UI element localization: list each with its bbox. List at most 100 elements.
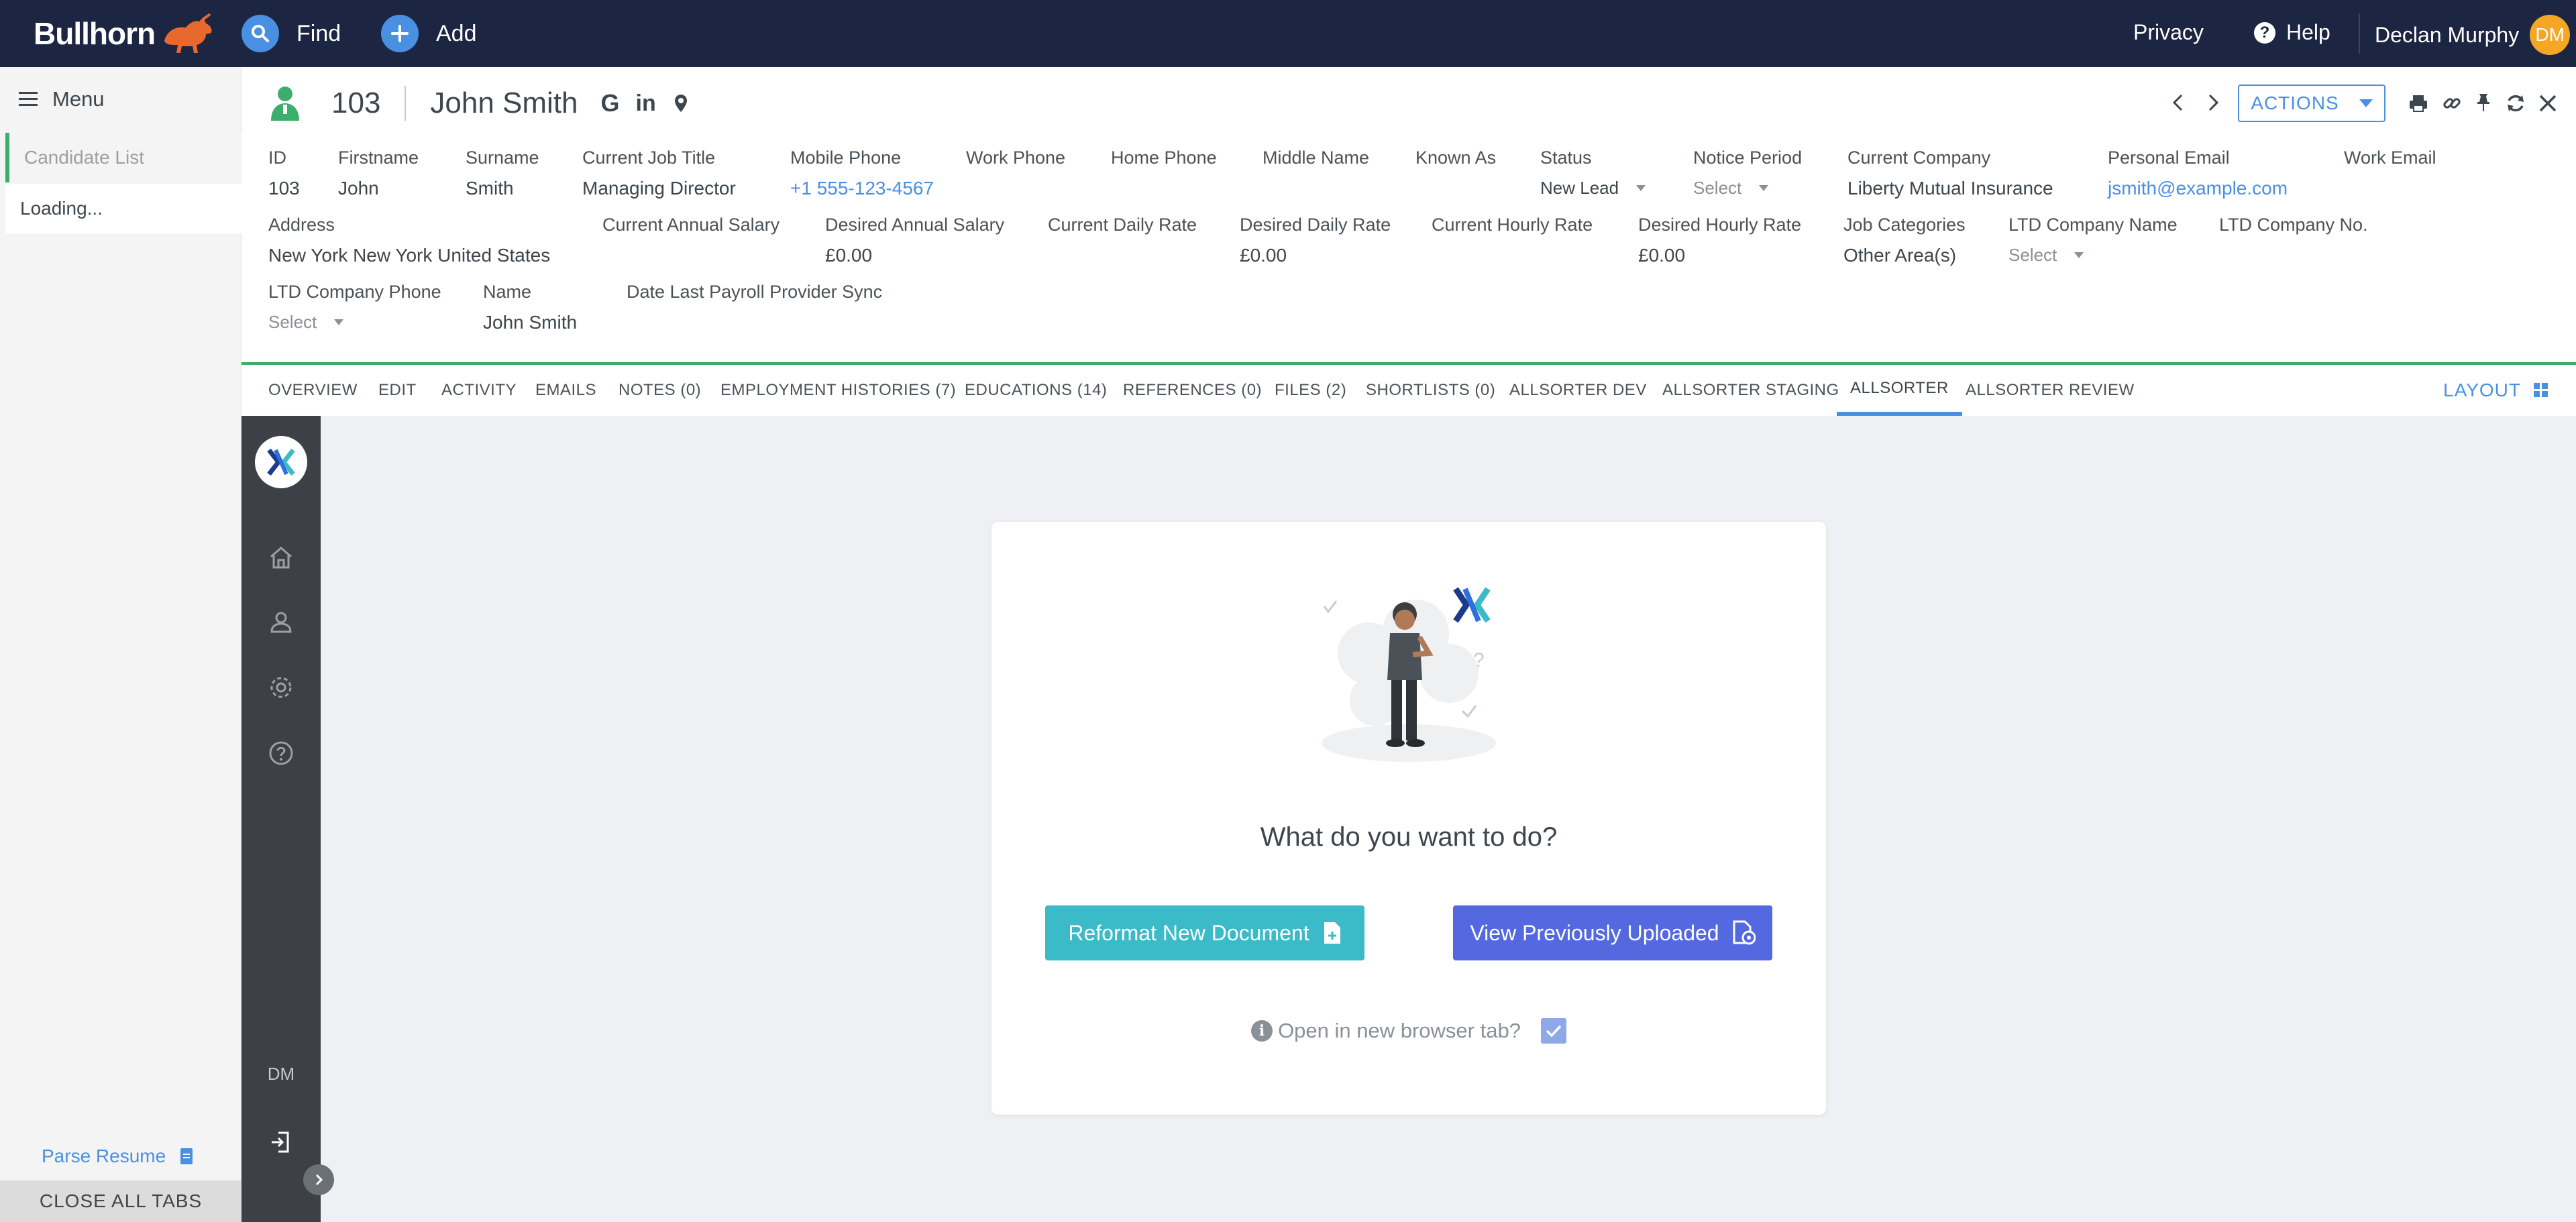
field-label: Current Annual Salary [602,215,780,235]
tab-label: SHORTLISTS (0) [1366,381,1496,399]
print-icon[interactable] [2408,94,2428,113]
field-value: New York New York United States [268,245,551,266]
find-button[interactable]: Find [241,13,341,54]
tab-emails[interactable]: EMAILS [535,365,596,416]
field-label: Desired Daily Rate [1240,215,1391,235]
expand-sidebar-button[interactable] [303,1164,334,1195]
new-tab-checkbox[interactable] [1540,1018,1566,1044]
menu-title: Menu [52,87,105,111]
privacy-link[interactable]: Privacy [2133,20,2204,45]
google-icon[interactable]: G [601,89,620,117]
status-select[interactable]: New Lead [1540,178,1646,199]
pin-icon[interactable] [2475,93,2491,113]
field-label: Notice Period [1693,148,1803,168]
layout-button[interactable]: LAYOUT [2443,365,2549,416]
allsorter-logo-icon[interactable] [255,436,307,488]
tab-label: EMPLOYMENT HISTORIES (7) [720,381,957,399]
tab-educations[interactable]: EDUCATIONS (14) [965,365,1107,416]
field-value: Smith [466,178,514,199]
ltd-company-name-select[interactable]: Select [2008,245,2178,266]
add-document-icon [1324,922,1340,944]
tab-label: ALLSORTER [1850,379,1949,397]
menu-item-loading[interactable]: Loading... [5,184,241,233]
help-icon[interactable] [264,736,298,770]
allsorter-sidebar: DM [241,416,334,1222]
field-current-job-title: Current Job Title Managing Director [582,148,736,199]
tab-allsorter-dev[interactable]: ALLSORTER DEV [1509,365,1647,416]
previous-record-icon[interactable] [2171,93,2184,113]
mobile-phone-link[interactable]: +1 555-123-4567 [790,178,934,199]
chevron-down-icon [1636,185,1646,191]
map-pin-icon[interactable] [674,93,688,113]
field-ltd-company-name: LTD Company Name Select [2008,215,2178,266]
field-address: Address New York New York United States [268,215,550,266]
refresh-icon[interactable] [2505,93,2526,114]
close-icon[interactable] [2538,94,2557,113]
bullhorn-logo[interactable]: Bullhorn [34,13,215,53]
tab-employment-histories[interactable]: EMPLOYMENT HISTORIES (7) [720,365,956,416]
allsorter-question: What do you want to do? [1260,822,1558,852]
field-id: ID 103 [268,148,300,199]
hamburger-icon [19,92,38,106]
gear-icon[interactable] [264,671,298,704]
field-work-phone: Work Phone [966,148,1065,168]
menu-toggle[interactable]: Menu [19,87,105,111]
help-button[interactable]: ? Help [2254,20,2330,45]
tab-allsorter-review[interactable]: ALLSORTER REVIEW [1966,365,2135,416]
linkedin-icon[interactable]: in [636,91,656,117]
logout-icon[interactable] [264,1125,298,1159]
tab-references[interactable]: REFERENCES (0) [1123,365,1262,416]
field-firstname: Firstname John [338,148,419,199]
add-button[interactable]: Add [381,13,477,54]
avatar: DM [2530,15,2571,55]
home-icon[interactable] [264,541,298,574]
field-known-as: Known As [1415,148,1496,168]
ltd-company-phone-select[interactable]: Select [268,312,441,333]
field-label: Current Job Title [582,148,716,168]
link-icon[interactable] [2442,94,2462,113]
field-label: Address [268,215,335,235]
user-icon[interactable] [264,605,298,638]
svg-text:?: ? [1473,649,1485,671]
tab-overview[interactable]: OVERVIEW [268,365,358,416]
privacy-label: Privacy [2133,20,2204,44]
tab-label: ALLSORTER STAGING [1662,381,1839,399]
tab-allsorter-staging[interactable]: ALLSORTER STAGING [1662,365,1839,416]
title-divider [405,86,407,121]
tab-activity[interactable]: ACTIVITY [441,365,517,416]
tab-files[interactable]: FILES (2) [1275,365,1346,416]
strip-user-initials[interactable]: DM [241,1064,321,1085]
view-previously-uploaded-button[interactable]: View Previously Uploaded [1453,905,1772,960]
tab-notes[interactable]: NOTES (0) [619,365,701,416]
add-label: Add [436,20,477,46]
field-current-company: Current Company Liberty Mutual Insurance [1847,148,2053,199]
field-desired-annual-salary: Desired Annual Salary £0.00 [825,215,1004,266]
personal-email-link[interactable]: jsmith@example.com [2108,178,2288,199]
field-work-email: Work Email [2344,148,2436,168]
actions-dropdown[interactable]: ACTIONS [2238,85,2385,122]
tab-edit[interactable]: EDIT [378,365,417,416]
parse-resume-label: Parse Resume [42,1146,166,1166]
tab-allsorter[interactable]: ALLSORTER [1837,365,1962,416]
thinking-person-illustration: ? [1322,587,1496,762]
reformat-label: Reformat New Document [1068,920,1309,945]
notice-period-select[interactable]: Select [1693,178,1802,199]
find-label: Find [297,20,341,46]
field-label: LTD Company Name [2008,215,2178,235]
menu-item-label: Loading... [20,198,103,219]
field-desired-hourly-rate: Desired Hourly Rate £0.00 [1638,215,1801,266]
menu-item-label: Candidate List [24,147,145,168]
field-label: Name [483,282,532,302]
field-label: Current Daily Rate [1048,215,1197,235]
user-menu[interactable]: Declan Murphy DM [2375,15,2571,55]
tab-shortlists[interactable]: SHORTLISTS (0) [1366,365,1495,416]
grid-layout-icon [2534,383,2548,397]
tab-label: ALLSORTER REVIEW [1966,381,2135,399]
field-value: Liberty Mutual Insurance [1847,178,2053,199]
parse-resume-link[interactable]: Parse Resume [42,1146,194,1167]
next-record-icon[interactable] [2207,93,2220,113]
close-all-tabs-button[interactable]: CLOSE ALL TABS [0,1180,241,1222]
field-current-hourly-rate: Current Hourly Rate [1432,215,1593,235]
reformat-new-document-button[interactable]: Reformat New Document [1045,905,1364,960]
menu-item-candidate-list[interactable]: Candidate List [5,133,241,182]
